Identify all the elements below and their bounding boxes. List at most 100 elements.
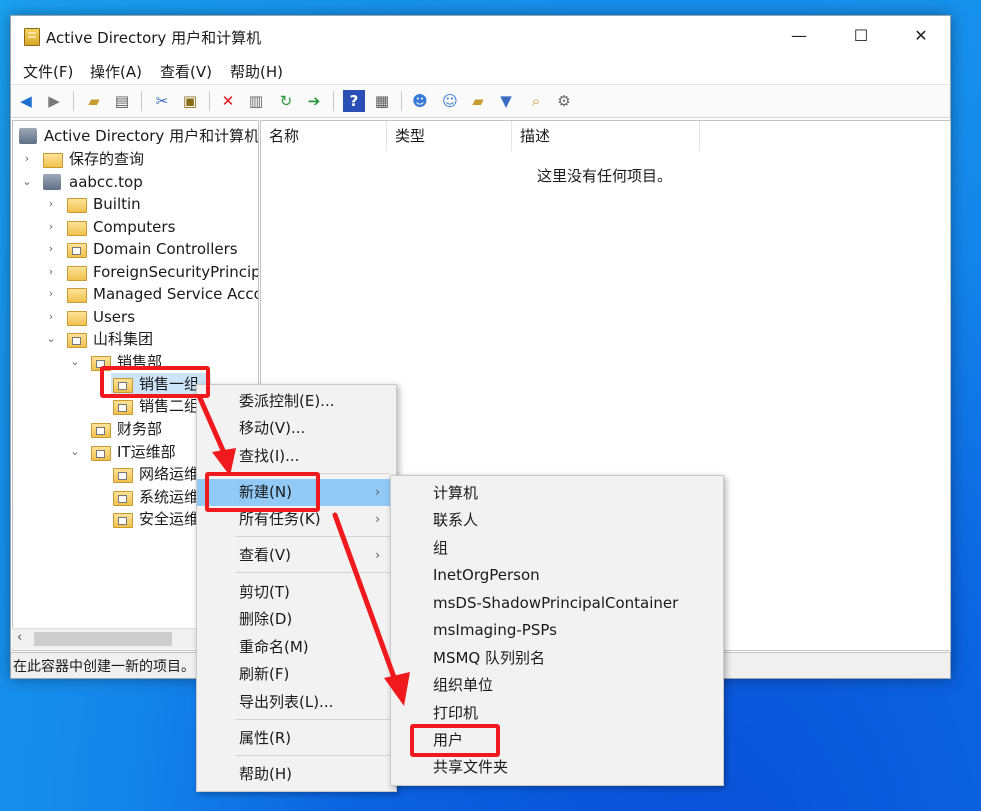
submenu-item-msimaging-psps[interactable]: msImaging-PSPs [391, 617, 723, 644]
menu-action[interactable]: 操作(A) [90, 61, 142, 82]
submenu-item-ou[interactable]: 组织单位 [391, 672, 723, 699]
menu-item-rename[interactable]: 重命名(M) [197, 634, 396, 661]
column-header-type[interactable]: 类型 [387, 121, 512, 151]
submenu-item-group[interactable]: 组 [391, 535, 723, 562]
column-header-description[interactable]: 描述 [512, 121, 700, 151]
ou-folder-icon [91, 446, 111, 461]
submenu-arrow-icon: › [375, 512, 380, 526]
expand-chevron-icon[interactable]: › [45, 306, 57, 328]
tree-label: aabcc.top [69, 173, 143, 191]
show-tree-icon[interactable]: ▤ [111, 90, 133, 112]
expand-chevron-icon[interactable]: › [45, 216, 57, 238]
tree-label: Builtin [93, 195, 141, 213]
menu-view[interactable]: 查看(V) [160, 61, 212, 82]
expand-chevron-icon[interactable]: › [45, 283, 57, 305]
refresh-icon[interactable]: ↻ [275, 90, 297, 112]
up-folder-icon[interactable]: ▰ [83, 90, 105, 112]
tree-label: 安全运维 [139, 510, 200, 528]
menu-item-delete[interactable]: 删除(D) [197, 606, 396, 633]
window-title: Active Directory 用户和计算机 [46, 29, 262, 47]
toolbar-separator [401, 91, 402, 111]
tree-label: IT运维部 [117, 443, 176, 461]
menu-item-properties[interactable]: 属性(R) [197, 725, 396, 752]
menu-item-help[interactable]: 帮助(H) [197, 761, 396, 788]
find-icon[interactable]: ⌕ [525, 90, 547, 112]
expand-chevron-icon[interactable]: › [45, 193, 57, 215]
toolbar-separator [333, 91, 334, 111]
forward-icon[interactable]: ▶ [43, 90, 65, 112]
submenu-item-computer[interactable]: 计算机 [391, 480, 723, 507]
tree-label: Managed Service Accou [93, 285, 259, 303]
expand-chevron-icon[interactable]: › [45, 238, 57, 260]
folder-icon [67, 266, 87, 281]
submenu-item-shadow-principal-container[interactable]: msDS-ShadowPrincipalContainer [391, 590, 723, 617]
back-icon[interactable]: ◀ [15, 90, 37, 112]
scrollbar-thumb[interactable] [34, 632, 172, 646]
menu-item-view[interactable]: 查看(V) › [197, 542, 396, 569]
expand-chevron-icon[interactable]: › [21, 148, 33, 170]
submenu-item-printer[interactable]: 打印机 [391, 700, 723, 727]
submenu-arrow-icon: › [375, 548, 380, 562]
domain-icon [43, 174, 61, 190]
folder-icon [67, 288, 87, 303]
annotation-box-sales-group-1 [100, 366, 210, 398]
aduc-root-icon [19, 128, 37, 144]
folder-icon [43, 153, 63, 168]
ou-folder-icon [67, 333, 87, 348]
empty-list-message: 这里没有任何项目。 [537, 167, 673, 185]
context-menu: 委派控制(E)... 移动(V)... 查找(I)... 新建(N) › 所有任… [196, 384, 397, 792]
column-header-name[interactable]: 名称 [261, 121, 387, 151]
menu-bar: 文件(F) 操作(A) 查看(V) 帮助(H) [11, 58, 950, 82]
submenu-item-contact[interactable]: 联系人 [391, 507, 723, 534]
menu-item-cut[interactable]: 剪切(T) [197, 579, 396, 606]
menu-separator [235, 755, 390, 756]
scroll-left-icon[interactable]: ‹ [17, 630, 22, 645]
submenu-item-msmq-alias[interactable]: MSMQ 队列别名 [391, 645, 723, 672]
tree-label: 销售二组 [139, 397, 200, 415]
menu-item-delegate-control[interactable]: 委派控制(E)... [197, 388, 396, 415]
menu-separator [235, 536, 390, 537]
ou-folder-icon [113, 400, 133, 415]
aduc-app-icon [24, 28, 40, 46]
menu-file[interactable]: 文件(F) [23, 61, 73, 82]
menu-item-export-list[interactable]: 导出列表(L)... [197, 689, 396, 716]
collapse-chevron-icon[interactable]: ⌄ [45, 328, 57, 350]
menu-help[interactable]: 帮助(H) [230, 61, 283, 82]
ou-folder-icon [113, 468, 133, 483]
toolbar-separator [73, 91, 74, 111]
help-icon[interactable]: ? [343, 90, 365, 112]
new-group-icon[interactable]: ☺ [439, 90, 461, 112]
minimize-button[interactable]: — [769, 16, 829, 56]
delegate-icon[interactable]: ⚙ [553, 90, 575, 112]
filter-icon[interactable]: ▼ [495, 90, 517, 112]
console-icon[interactable]: ▦ [371, 90, 393, 112]
new-user-icon[interactable]: ☻ [409, 90, 431, 112]
ou-folder-icon [113, 513, 133, 528]
tree-label: Computers [93, 218, 176, 236]
cut-icon[interactable]: ✂ [151, 90, 173, 112]
tree-root-label: Active Directory 用户和计算机 [ [44, 127, 259, 145]
toolbar-separator [209, 91, 210, 111]
maximize-button[interactable]: ☐ [831, 16, 891, 56]
collapse-chevron-icon[interactable]: ⌄ [69, 351, 81, 373]
collapse-chevron-icon[interactable]: ⌄ [21, 171, 33, 193]
new-ou-icon[interactable]: ▰ [467, 90, 489, 112]
submenu-item-inetorgperson[interactable]: InetOrgPerson [391, 562, 723, 589]
submenu-item-shared-folder[interactable]: 共享文件夹 [391, 754, 723, 781]
expand-chevron-icon[interactable]: › [45, 261, 57, 283]
tree-label: ForeignSecurityPrincipal [93, 263, 259, 281]
toolbar-separator [141, 91, 142, 111]
menu-item-move[interactable]: 移动(V)... [197, 415, 396, 442]
annotation-box-new [205, 472, 320, 512]
menu-item-refresh[interactable]: 刷新(F) [197, 661, 396, 688]
title-bar[interactable]: Active Directory 用户和计算机 — ☐ ✕ [11, 16, 950, 56]
export-icon[interactable]: ➔ [303, 90, 325, 112]
menu-item-find[interactable]: 查找(I)... [197, 443, 396, 470]
paste-icon[interactable]: ▣ [179, 90, 201, 112]
ou-folder-icon [113, 491, 133, 506]
menu-separator [235, 719, 390, 720]
close-button[interactable]: ✕ [891, 16, 951, 56]
properties-icon[interactable]: ▥ [245, 90, 267, 112]
collapse-chevron-icon[interactable]: ⌄ [69, 441, 81, 463]
delete-icon[interactable]: ✕ [217, 90, 239, 112]
